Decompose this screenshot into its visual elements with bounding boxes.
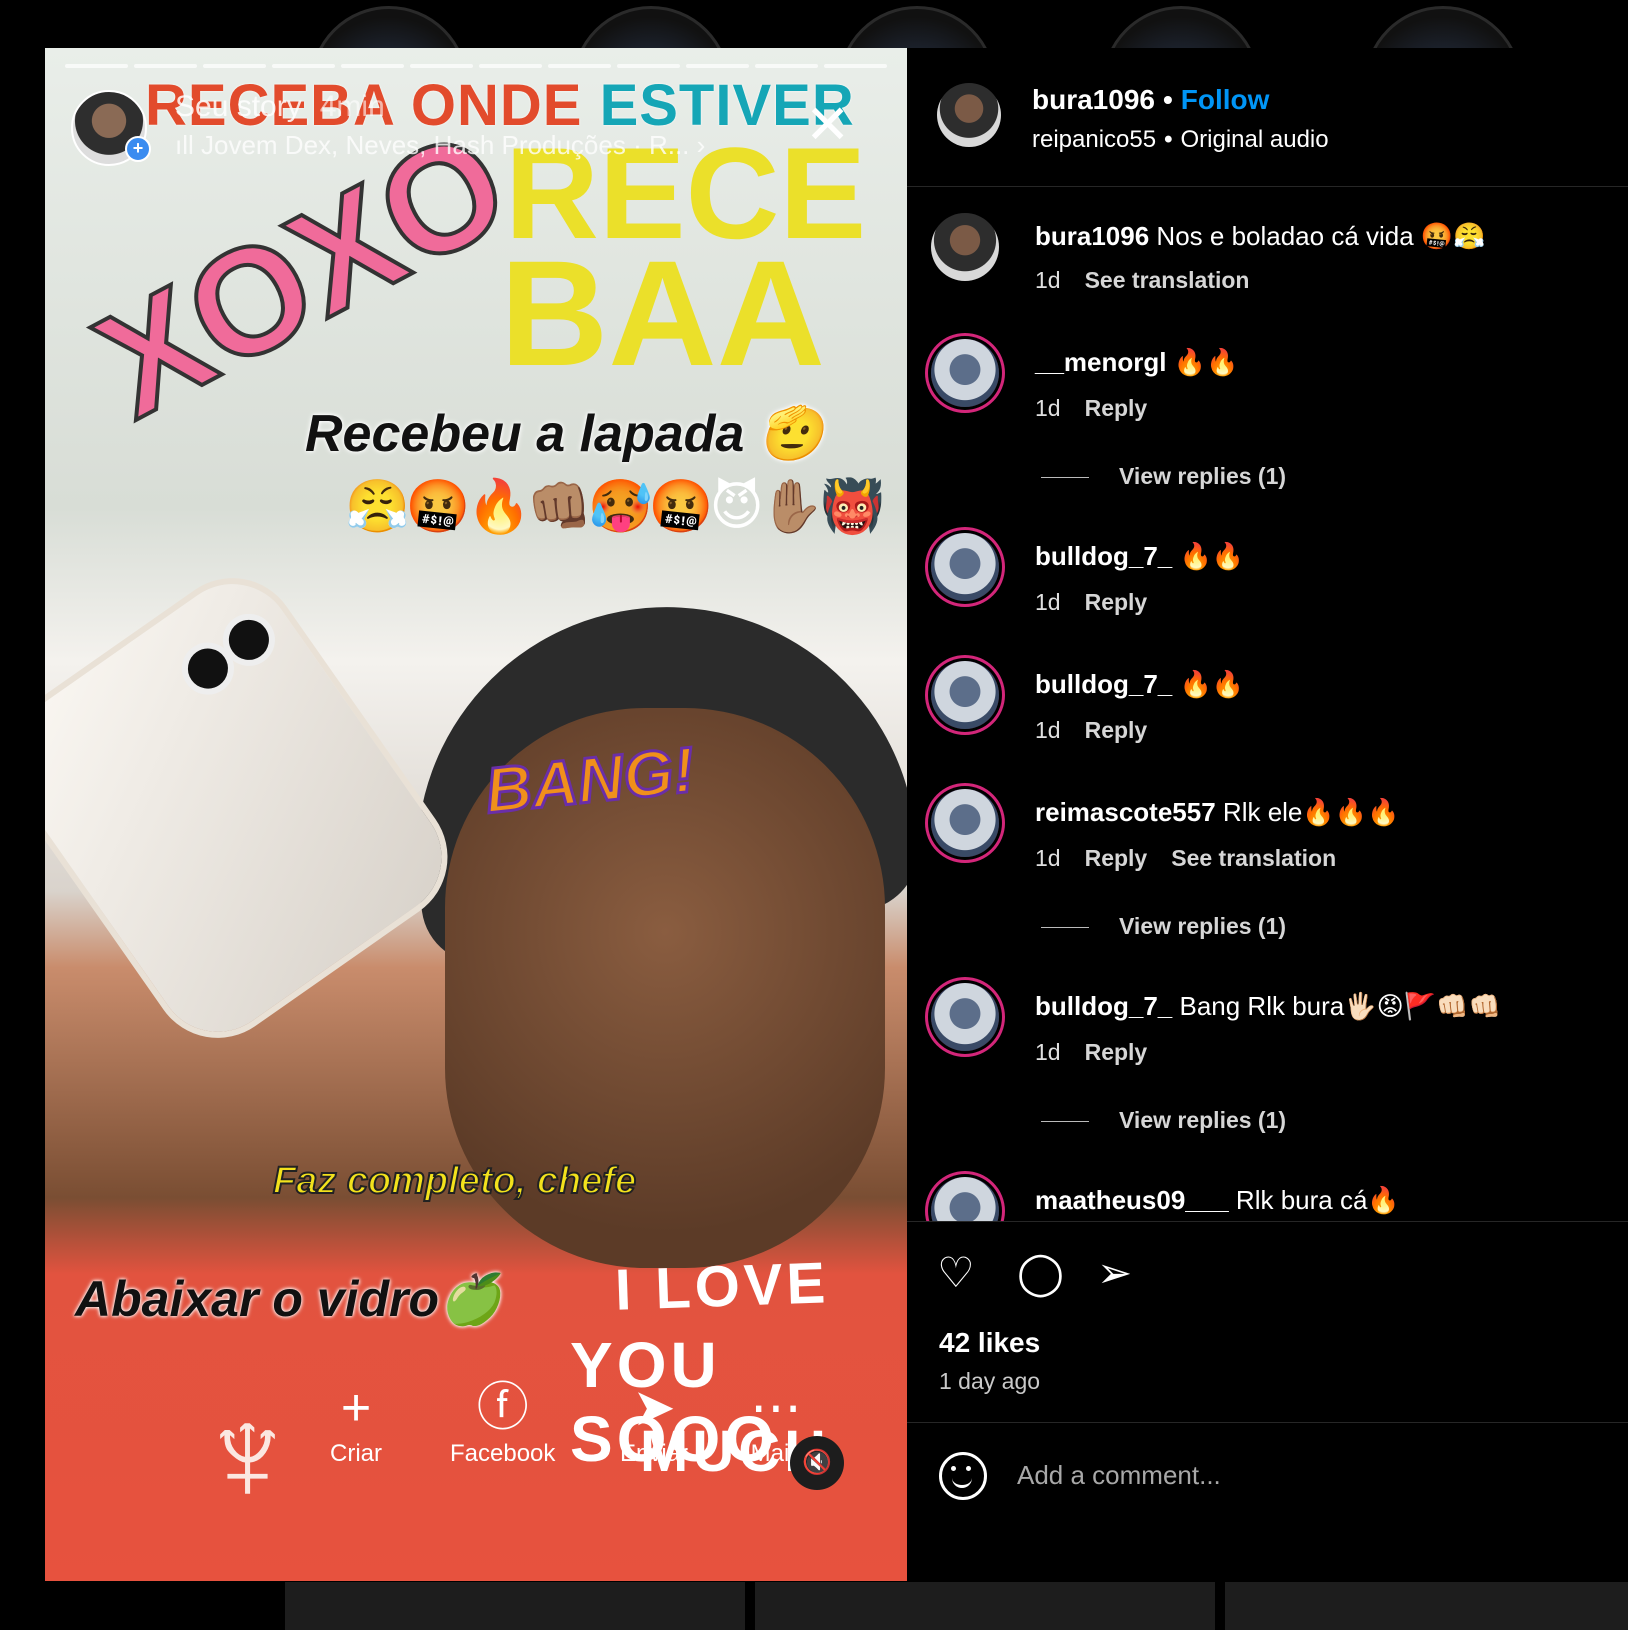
background-grid-thumbnail bbox=[285, 1582, 745, 1630]
comment-username[interactable]: bura1096 bbox=[1035, 221, 1149, 251]
emoji-row: 😤🤬🔥👊🏽🥵🤬😈✋🏽👹 bbox=[345, 478, 885, 536]
follow-button[interactable]: Follow bbox=[1181, 84, 1270, 115]
liverbird-logo: ♆ bbox=[195, 1375, 300, 1532]
comment-text: 🔥🔥 bbox=[1173, 347, 1239, 377]
comment-username[interactable]: maatheus09___ bbox=[1035, 1185, 1229, 1215]
post-media[interactable]: XOXO RECE BAA RECEBA ONDE ESTIVER + Seu … bbox=[45, 48, 907, 1581]
reply-button[interactable]: Reply bbox=[1085, 1039, 1148, 1065]
music-bars-icon: ıll bbox=[175, 130, 201, 160]
comments-panel: bura1096 • Follow reipanico55 • Original aud… bbox=[907, 48, 1628, 1581]
avatar[interactable] bbox=[937, 83, 1001, 147]
avatar[interactable] bbox=[931, 661, 999, 729]
abaixar-caption: Abaixar o vidro🍏 bbox=[75, 1271, 502, 1327]
avatar[interactable] bbox=[931, 1177, 999, 1221]
story-music[interactable]: ıll Jovem Dex, Neves, Hash Produções · R… bbox=[175, 130, 705, 161]
avatar[interactable] bbox=[931, 533, 999, 601]
baa-text: BAA bbox=[500, 229, 825, 397]
plus-icon: + bbox=[340, 1379, 372, 1437]
comment-list[interactable]: bura1096 Nos e boladao cá vida 🤬😤 1d See … bbox=[907, 187, 1628, 1221]
comment-username[interactable]: bulldog_7_ bbox=[1035, 541, 1172, 571]
comment-text: Bang Rlk bura🖐🏻😡🚩👊🏻👊🏻 bbox=[1179, 991, 1501, 1021]
post-time: 1 day ago bbox=[939, 1368, 1041, 1394]
post-username[interactable]: bura1096 bbox=[1032, 84, 1155, 115]
comment-username[interactable]: reimascote557 bbox=[1035, 797, 1216, 827]
reply-button[interactable]: Reply bbox=[1085, 395, 1148, 421]
emoji-icon[interactable] bbox=[939, 1452, 987, 1500]
comment-text: Rlk bura cá🔥 bbox=[1235, 1185, 1400, 1215]
create-button[interactable]: + Criar bbox=[330, 1376, 382, 1468]
mute-icon[interactable]: 🔇 bbox=[790, 1436, 844, 1490]
comment-username[interactable]: __menorgl bbox=[1035, 347, 1167, 377]
phone-shape bbox=[45, 560, 466, 1056]
story-progress-bars bbox=[65, 64, 887, 68]
comment-age: 1d bbox=[1035, 717, 1061, 743]
view-replies-button[interactable]: View replies (1) bbox=[1041, 463, 1286, 490]
avatar[interactable] bbox=[931, 213, 999, 281]
reply-button[interactable]: Reply bbox=[1085, 717, 1148, 743]
post-header: bura1096 • Follow reipanico55 • Original aud… bbox=[907, 48, 1628, 187]
comment-age: 1d bbox=[1035, 589, 1061, 615]
post-modal: XOXO RECE BAA RECEBA ONDE ESTIVER + Seu … bbox=[45, 48, 1628, 1581]
background-grid-thumbnail bbox=[1225, 1582, 1628, 1630]
story-header: Seu story 4min bbox=[175, 90, 385, 123]
reply-button[interactable]: Reply bbox=[1085, 589, 1148, 615]
more-icon: ⋯ bbox=[750, 1379, 802, 1437]
comment-text: 🔥🔥 bbox=[1179, 541, 1245, 571]
send-button[interactable]: ➤ Enviar bbox=[620, 1376, 688, 1468]
comment-text: Rlk ele🔥🔥🔥 bbox=[1222, 797, 1400, 827]
shirt-text: I LOVE bbox=[613, 1250, 831, 1323]
comment-age: 1d bbox=[1035, 267, 1061, 293]
share-icon[interactable]: ➢ bbox=[1097, 1252, 1132, 1294]
add-comment-bar bbox=[907, 1422, 1628, 1532]
avatar[interactable] bbox=[931, 789, 999, 857]
comment-input[interactable] bbox=[1015, 1452, 1579, 1498]
comment-text: 🔥🔥 bbox=[1179, 669, 1245, 699]
audio-user[interactable]: reipanico55 bbox=[1032, 126, 1156, 153]
comment-icon[interactable]: ◯ bbox=[1017, 1252, 1064, 1294]
recebeu-caption: Recebeu a lapada 🫡 bbox=[305, 405, 824, 463]
heart-icon[interactable]: ♡ bbox=[937, 1252, 975, 1294]
see-translation-link[interactable]: See translation bbox=[1085, 267, 1250, 293]
original-audio-link[interactable]: Original audio bbox=[1181, 126, 1329, 153]
comment-username[interactable]: bulldog_7_ bbox=[1035, 991, 1172, 1021]
see-translation-link[interactable]: See translation bbox=[1171, 845, 1336, 871]
add-story-icon[interactable]: + bbox=[125, 136, 151, 162]
background-grid-thumbnail bbox=[755, 1582, 1215, 1630]
faz-caption: Faz completo, chefe bbox=[272, 1159, 637, 1203]
comment-username[interactable]: bulldog_7_ bbox=[1035, 669, 1172, 699]
send-icon: ➤ bbox=[632, 1379, 676, 1437]
likes-count[interactable]: 42 likes bbox=[939, 1327, 1040, 1359]
comment-age: 1d bbox=[1035, 1039, 1061, 1065]
comment-age: 1d bbox=[1035, 395, 1061, 421]
close-icon[interactable]: ✕ bbox=[805, 98, 850, 152]
reply-button[interactable]: Reply bbox=[1085, 845, 1148, 871]
comment-text: Nos e boladao cá vida 🤬😤 bbox=[1156, 221, 1486, 251]
view-replies-button[interactable]: View replies (1) bbox=[1041, 1107, 1286, 1134]
view-replies-button[interactable]: View replies (1) bbox=[1041, 913, 1286, 940]
comment-age: 1d bbox=[1035, 845, 1061, 871]
post-actions: ♡ ◯ ➢ 42 likes 1 day ago bbox=[907, 1221, 1628, 1423]
avatar[interactable] bbox=[931, 339, 999, 407]
facebook-button[interactable]: ⓕ Facebook bbox=[450, 1376, 555, 1468]
facebook-icon: ⓕ bbox=[476, 1379, 529, 1437]
avatar[interactable] bbox=[931, 983, 999, 1051]
